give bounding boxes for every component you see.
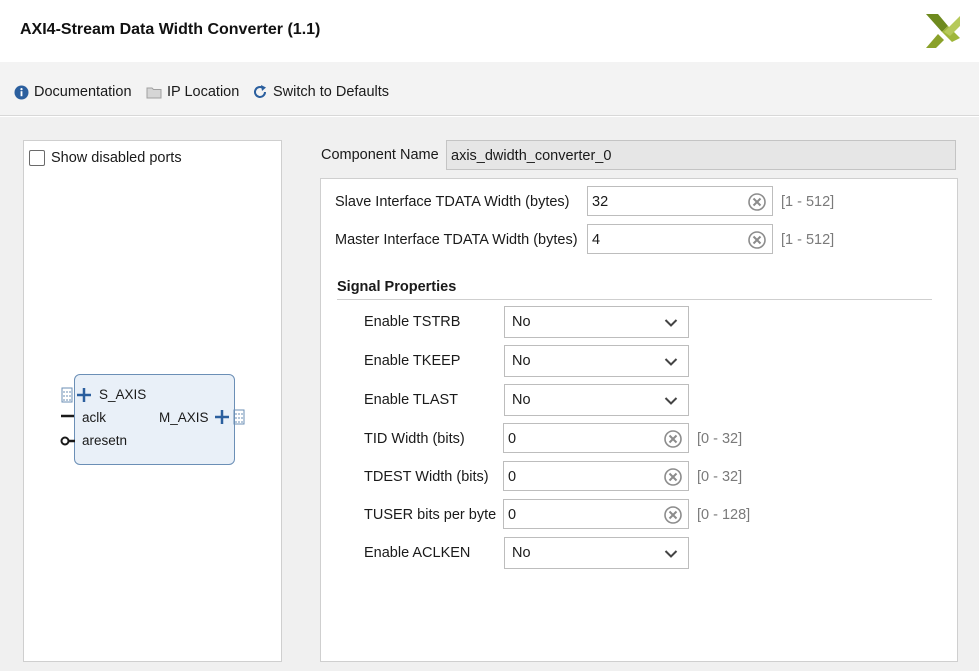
- chevron-down-icon: [664, 358, 678, 366]
- tdest-width-input[interactable]: 0: [503, 461, 689, 491]
- aclk-label: aclk: [82, 410, 107, 425]
- enable-tlast-label: Enable TLAST: [364, 392, 459, 408]
- chevron-down-icon: [664, 397, 678, 405]
- master-width-range: [1 - 512]: [781, 232, 835, 248]
- symbol-panel: Show disabled ports S_AXIS aclk aresetn …: [23, 140, 282, 662]
- m-axis-label: M_AXIS: [159, 410, 209, 425]
- m-axis-port-icon: [215, 409, 245, 425]
- slave-width-range: [1 - 512]: [781, 194, 835, 210]
- tuser-bits-value: 0: [508, 507, 517, 523]
- clear-icon[interactable]: [748, 231, 766, 249]
- show-disabled-ports-label: Show disabled ports: [51, 150, 182, 166]
- tdest-width-value: 0: [508, 469, 517, 485]
- refresh-icon: [254, 85, 266, 98]
- enable-aclken-select[interactable]: No: [504, 537, 689, 569]
- enable-tstrb-select[interactable]: No: [504, 306, 689, 338]
- xilinx-logo-icon: [926, 14, 960, 48]
- component-name-label: Component Name: [321, 147, 439, 163]
- section-divider: [337, 299, 932, 300]
- clear-icon[interactable]: [664, 506, 682, 524]
- checkbox-box[interactable]: [29, 150, 45, 166]
- tid-width-input[interactable]: 0: [503, 423, 689, 453]
- enable-tkeep-label: Enable TKEEP: [364, 353, 461, 369]
- enable-tstrb-value: No: [512, 314, 531, 330]
- enable-tkeep-value: No: [512, 353, 531, 369]
- chevron-down-icon: [664, 319, 678, 327]
- enable-tlast-select[interactable]: No: [504, 384, 689, 416]
- tuser-bits-range: [0 - 128]: [697, 507, 751, 523]
- slave-width-input[interactable]: 32: [587, 186, 773, 216]
- aresetn-label: aresetn: [82, 433, 128, 448]
- enable-aclken-value: No: [512, 545, 531, 561]
- s-axis-label: S_AXIS: [99, 387, 147, 402]
- tdest-width-label: TDEST Width (bits): [364, 469, 489, 485]
- title-bar: AXI4-Stream Data Width Converter (1.1): [0, 0, 979, 62]
- component-name-field[interactable]: axis_dwidth_converter_0: [446, 140, 956, 170]
- slave-width-value: 32: [592, 194, 609, 210]
- master-width-input[interactable]: 4: [587, 224, 773, 254]
- toolbar: Documentation IP Location Switch to Defa…: [0, 62, 979, 116]
- clear-icon[interactable]: [664, 430, 682, 448]
- master-width-label: Master Interface TDATA Width (bytes): [335, 232, 578, 248]
- enable-tstrb-label: Enable TSTRB: [364, 314, 461, 330]
- tuser-bits-input[interactable]: 0: [503, 499, 689, 529]
- show-disabled-ports-checkbox[interactable]: Show disabled ports: [29, 150, 182, 166]
- documentation-button[interactable]: Documentation: [14, 84, 132, 100]
- folder-icon: [146, 87, 162, 99]
- enable-tlast-value: No: [512, 392, 531, 408]
- slave-width-label: Slave Interface TDATA Width (bytes): [335, 194, 570, 210]
- tid-width-range: [0 - 32]: [697, 431, 743, 447]
- clear-icon[interactable]: [748, 193, 766, 211]
- enable-aclken-label: Enable ACLKEN: [364, 545, 471, 561]
- ip-location-label: IP Location: [167, 84, 240, 100]
- window-title: AXI4-Stream Data Width Converter (1.1): [20, 21, 321, 38]
- tid-width-label: TID Width (bits): [364, 431, 465, 447]
- ip-location-button[interactable]: IP Location: [146, 84, 239, 100]
- info-icon: [14, 85, 29, 99]
- signal-properties-title: Signal Properties: [337, 279, 457, 295]
- clear-icon[interactable]: [664, 468, 682, 486]
- tuser-bits-label: TUSER bits per byte: [364, 507, 497, 523]
- tdest-width-range: [0 - 32]: [697, 469, 743, 485]
- master-width-value: 4: [592, 232, 601, 248]
- tid-width-value: 0: [508, 431, 517, 447]
- aresetn-port-icon: [60, 436, 75, 446]
- aclk-port-icon: [61, 414, 74, 418]
- s-axis-port-icon: [61, 387, 91, 403]
- chevron-down-icon: [664, 550, 678, 558]
- switch-to-defaults-button[interactable]: Switch to Defaults: [252, 84, 389, 100]
- enable-tkeep-select[interactable]: No: [504, 345, 689, 377]
- documentation-label: Documentation: [34, 84, 132, 100]
- switch-to-defaults-label: Switch to Defaults: [273, 84, 390, 100]
